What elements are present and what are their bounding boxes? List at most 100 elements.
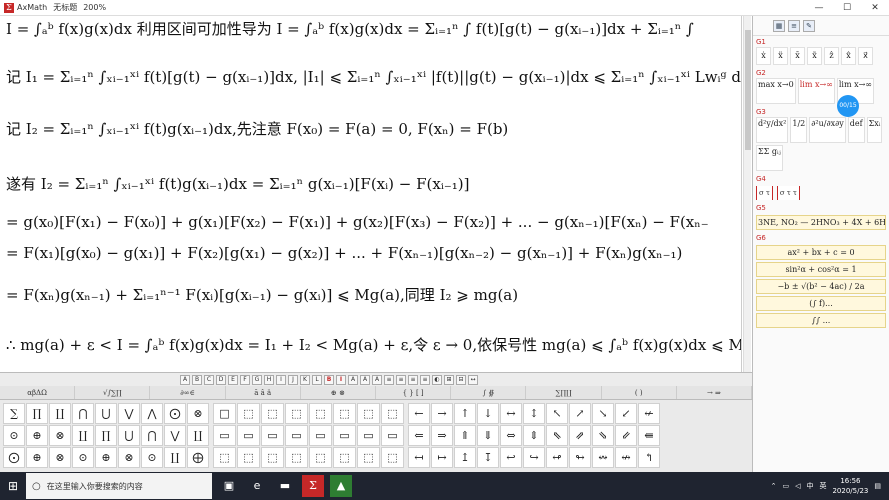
symbol-button[interactable]: ⋂ <box>141 425 163 446</box>
symbol-button[interactable]: ⨁ <box>187 447 209 468</box>
scrollbar-thumb[interactable] <box>745 30 751 150</box>
symbol-button[interactable]: ↰ <box>638 447 660 468</box>
palette-list-icon[interactable]: ≡ <box>788 19 800 32</box>
toolbar-button[interactable]: G <box>252 374 262 385</box>
symbol-button[interactable]: ↗ <box>569 403 591 424</box>
palette-matrix-template[interactable]: σ τ τ <box>776 186 800 200</box>
palette-template[interactable]: ∂²u/∂x∂y <box>809 117 846 143</box>
symbol-button[interactable]: ▭ <box>285 425 308 446</box>
symbol-button[interactable]: ▭ <box>333 425 356 446</box>
symbol-tab[interactable]: { } [ ] <box>376 386 452 399</box>
symbol-button[interactable]: ⇑ <box>454 425 476 446</box>
symbol-button[interactable]: ⬚ <box>381 403 404 424</box>
symbol-button[interactable]: ⬚ <box>237 447 260 468</box>
symbol-button[interactable]: ∑ <box>3 403 25 424</box>
palette-formula[interactable]: sin²α + cos²α = 1 <box>756 262 886 277</box>
notification-icon[interactable]: ▤ <box>874 482 881 490</box>
symbol-button[interactable]: ↘ <box>592 403 614 424</box>
symbol-button[interactable]: ↔ <box>500 403 522 424</box>
symbol-button[interactable]: ∏ <box>95 425 117 446</box>
symbol-tab[interactable]: ā â ä <box>226 386 301 399</box>
symbol-button[interactable]: ← <box>408 403 430 424</box>
symbol-button[interactable]: ⊕ <box>26 447 48 468</box>
toolbar-button[interactable]: ↔ <box>468 374 478 385</box>
symbol-button[interactable]: ⬚ <box>261 447 284 468</box>
symbol-button[interactable]: ⬚ <box>309 403 332 424</box>
palette-template[interactable]: 1/2 <box>790 117 808 143</box>
palette-formula[interactable]: ax² + bx + c = 0 <box>756 245 886 260</box>
formula-line[interactable]: 遂有 I₂ = Σᵢ₌₁ⁿ ∫ₓᵢ₋₁ˣⁱ f(t)g(xᵢ₋₁)dx = Σᵢ… <box>6 173 470 194</box>
volume-icon[interactable]: ◁ <box>795 482 800 490</box>
toolbar-button[interactable]: E <box>228 374 238 385</box>
maximize-button[interactable]: ☐ <box>833 3 861 13</box>
formula-line[interactable]: 记 I₁ = Σᵢ₌₁ⁿ ∫ₓᵢ₋₁ˣⁱ f(t)[g(t) − g(xᵢ₋₁)… <box>6 66 741 87</box>
symbol-button[interactable]: ⋂ <box>72 403 94 424</box>
symbol-button[interactable]: ▭ <box>213 425 236 446</box>
symbol-button[interactable]: ⊙ <box>3 425 25 446</box>
toolbar-button[interactable]: J <box>288 374 298 385</box>
toolbar-button[interactable]: L <box>312 374 322 385</box>
toolbar-button[interactable]: A <box>372 374 382 385</box>
symbol-button[interactable]: ⬚ <box>381 447 404 468</box>
symbol-button[interactable]: ⋀ <box>141 403 163 424</box>
toolbar-button[interactable]: K <box>300 374 310 385</box>
formula-line[interactable]: I = ∫ₐᵇ f(x)g(x)dx 利用区间可加性导为 I = ∫ₐᵇ f(x… <box>6 18 694 39</box>
palette-template[interactable]: max x→0 <box>756 78 796 104</box>
palette-template[interactable]: ẋ <box>756 47 771 65</box>
ime-indicator[interactable]: 中 <box>806 481 813 491</box>
symbol-button[interactable]: ↦ <box>431 447 453 468</box>
toolbar-button[interactable]: A <box>360 374 370 385</box>
symbol-button[interactable]: ⇓ <box>477 425 499 446</box>
symbol-button[interactable]: ⬚ <box>333 447 356 468</box>
symbol-button[interactable]: ⊙ <box>72 447 94 468</box>
axmath-taskbar-icon[interactable]: Σ <box>302 475 324 497</box>
symbol-button[interactable]: ⊙ <box>141 447 163 468</box>
symbol-button[interactable]: → <box>431 403 453 424</box>
toolbar-button[interactable]: A <box>348 374 358 385</box>
symbol-tab[interactable]: √∫∑∏ <box>75 386 151 399</box>
palette-template[interactable]: x̄ <box>790 47 805 65</box>
symbol-button[interactable]: ↭ <box>592 447 614 468</box>
symbol-button[interactable]: ↬ <box>569 447 591 468</box>
symbol-button[interactable]: ⇕ <box>523 425 545 446</box>
formula-line[interactable]: = F(x₁)[g(x₀) − g(x₁)] + F(x₂)[g(x₁) − g… <box>6 244 682 262</box>
palette-template[interactable]: ẍ <box>773 47 788 65</box>
toolbar-button[interactable]: F <box>240 374 250 385</box>
symbol-button[interactable]: ⇐ <box>408 425 430 446</box>
editor-scrollbar[interactable] <box>743 16 751 372</box>
palette-formula[interactable]: (∫ f)... <box>756 296 886 311</box>
symbol-button[interactable]: ▭ <box>237 425 260 446</box>
palette-template[interactable]: Σxᵢ <box>866 117 883 143</box>
palette-grid-icon[interactable]: ▦ <box>773 19 785 32</box>
symbol-button[interactable]: ⇘ <box>592 425 614 446</box>
palette-template[interactable]: ẑ <box>824 47 839 65</box>
symbol-button[interactable]: ⊗ <box>49 447 71 468</box>
language-indicator[interactable]: 英 <box>819 481 826 491</box>
symbol-button[interactable]: ⇙ <box>615 425 637 446</box>
palette-template[interactable]: d²y/dx² <box>756 117 789 143</box>
symbol-button[interactable]: ∐ <box>164 447 186 468</box>
symbol-tab[interactable]: ∫ ∯ <box>451 386 527 399</box>
toolbar-button[interactable]: ≡ <box>384 374 394 385</box>
formula-line[interactable]: = g(x₀)[F(x₁) − F(x₀)] + g(x₁)[F(x₂) − F… <box>6 213 709 231</box>
symbol-button[interactable]: ↩ <box>500 447 522 468</box>
toolbar-button[interactable]: B <box>192 374 202 385</box>
symbol-button[interactable]: ∐ <box>187 425 209 446</box>
symbol-button[interactable]: ⬚ <box>285 403 308 424</box>
symbol-button[interactable]: ⊕ <box>26 425 48 446</box>
palette-formula[interactable]: ∫∫ ... <box>756 313 886 328</box>
toolbar-button[interactable]: I <box>336 374 346 385</box>
symbol-button[interactable]: ⊗ <box>187 403 209 424</box>
toolbar-button[interactable]: ≡ <box>420 374 430 385</box>
symbol-button[interactable]: ↤ <box>408 447 430 468</box>
symbol-button[interactable]: ⇚ <box>638 425 660 446</box>
palette-template[interactable]: x⃗ <box>858 47 873 65</box>
symbol-button[interactable]: ↥ <box>454 447 476 468</box>
formula-line[interactable]: 记 I₂ = Σᵢ₌₁ⁿ ∫ₓᵢ₋₁ˣⁱ f(t)g(xᵢ₋₁)dx,先注意 F… <box>6 118 508 139</box>
symbol-button[interactable]: ▭ <box>261 425 284 446</box>
symbol-button[interactable]: ⬚ <box>285 447 308 468</box>
file-explorer-icon[interactable]: ▬ <box>274 475 296 497</box>
symbol-button[interactable]: ⊗ <box>49 425 71 446</box>
symbol-button[interactable]: ⬚ <box>261 403 284 424</box>
close-button[interactable]: ✕ <box>861 3 889 13</box>
